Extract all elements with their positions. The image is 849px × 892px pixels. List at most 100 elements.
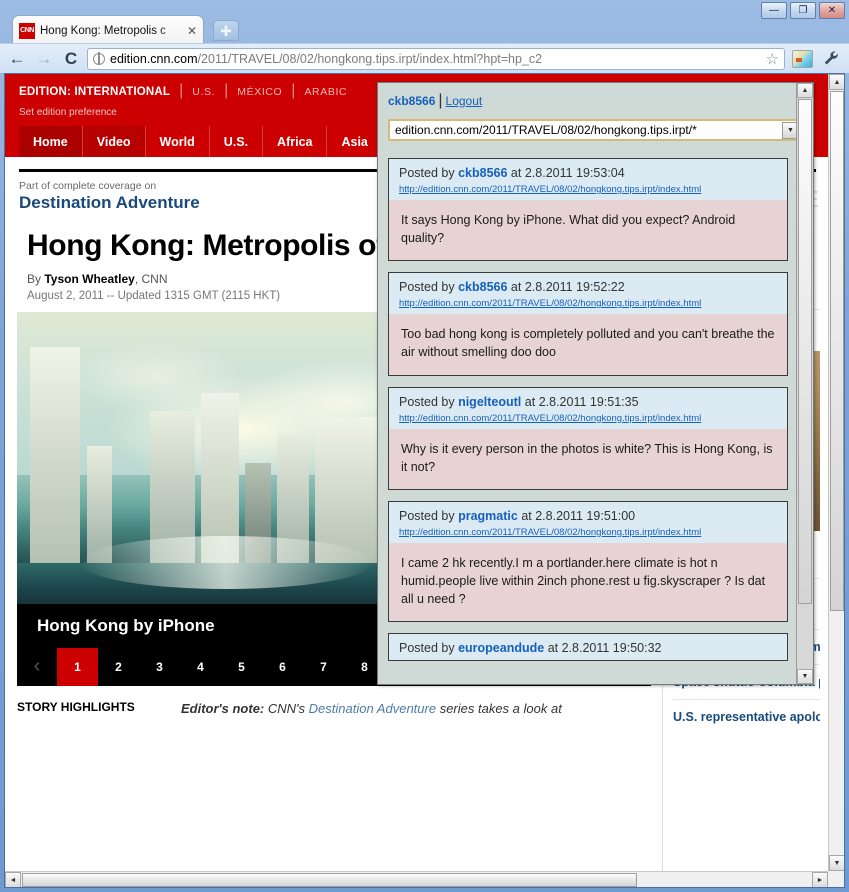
pager-prev-icon[interactable]: ‹ xyxy=(17,648,57,686)
nav-item-world[interactable]: World xyxy=(146,126,210,157)
scroll-left-button[interactable]: ◄ xyxy=(5,872,21,887)
story-highlights-title: STORY HIGHLIGHTS xyxy=(17,699,135,714)
comment-header: Posted by europeandude at 2.8.2011 19:50… xyxy=(389,634,787,661)
pager-page-1[interactable]: 1 xyxy=(57,647,98,686)
comment-author[interactable]: ckb8566 xyxy=(458,280,507,294)
pager-page-2[interactable]: 2 xyxy=(98,648,139,686)
nav-item-us[interactable]: U.S. xyxy=(210,126,264,157)
comment-item: Posted by pragmatic at 2.8.2011 19:51:00… xyxy=(388,500,788,623)
comment-list: Posted by ckb8566 at 2.8.2011 19:53:04 h… xyxy=(388,158,788,684)
scroll-right-button[interactable]: ► xyxy=(812,872,828,887)
destination-adventure-link[interactable]: Destination Adventure xyxy=(309,701,436,716)
page-horizontal-scrollbar[interactable]: ◄ ► xyxy=(5,871,828,887)
photo-wake xyxy=(80,536,373,589)
nav-item-home[interactable]: Home xyxy=(19,126,83,157)
popup-header: ckb8566 | Logout xyxy=(378,83,813,110)
comment-source-link[interactable]: http://edition.cnn.com/2011/TRAVEL/08/02… xyxy=(399,298,777,309)
editors-note-label: Editor's note: xyxy=(181,700,265,716)
at-label: at xyxy=(547,641,559,656)
globe-icon xyxy=(93,52,105,65)
comment-popup: ckb8566 | Logout edition.cnn.com/2011/TRAV… xyxy=(377,82,814,685)
popup-scrollbar[interactable]: ▲ ▼ xyxy=(796,83,813,684)
editors-note: Editor's note: CNN's Destination Adventu… xyxy=(181,700,562,718)
reload-icon[interactable]: C xyxy=(60,48,82,70)
forward-icon[interactable]: → xyxy=(33,48,55,70)
pager-page-5[interactable]: 5 xyxy=(221,648,262,686)
browser-toolbar: ← → C edition.cnn.com/2011/TRAVEL/08/02/… xyxy=(0,43,849,73)
extension-icon xyxy=(791,49,813,68)
edition-divider-2: | xyxy=(224,82,229,99)
comment-text: Why is it every person in the photos is … xyxy=(389,428,787,489)
wrench-icon xyxy=(824,51,838,65)
wrench-menu-button[interactable] xyxy=(819,47,843,70)
gallery-title: Hong Kong by iPhone xyxy=(37,615,215,635)
byline-suffix: , CNN xyxy=(134,271,168,286)
comment-author[interactable]: europeandude xyxy=(458,641,544,655)
horizontal-scroll-thumb[interactable] xyxy=(22,873,637,887)
comment-time: 2.8.2011 19:50:32 xyxy=(561,641,662,656)
posted-by-label: Posted by xyxy=(399,394,455,409)
url-host: edition.cnn.com xyxy=(110,51,198,66)
comment-header: Posted by ckb8566 at 2.8.2011 19:53:04 h… xyxy=(389,159,787,200)
comment-author[interactable]: pragmatic xyxy=(458,509,518,523)
url-filter-value: edition.cnn.com/2011/TRAVEL/08/02/hongko… xyxy=(395,123,697,137)
at-label: at xyxy=(510,280,522,295)
comment-meta: Posted by pragmatic at 2.8.2011 19:51:00 xyxy=(399,509,777,523)
comment-source-link[interactable]: http://edition.cnn.com/2011/TRAVEL/08/02… xyxy=(399,184,777,195)
posted-by-label: Posted by xyxy=(399,280,455,295)
popup-scroll-down-button[interactable]: ▼ xyxy=(797,669,813,684)
popup-pipe: | xyxy=(438,92,443,109)
url-filter-dropdown[interactable]: edition.cnn.com/2011/TRAVEL/08/02/hongko… xyxy=(388,119,803,141)
nav-item-africa[interactable]: Africa xyxy=(263,126,328,157)
browser-tab[interactable]: CNN Hong Kong: Metropolis c ✕ xyxy=(12,15,204,45)
comment-time: 2.8.2011 19:53:04 xyxy=(524,166,625,180)
edition-arabic[interactable]: ARABIC xyxy=(304,86,347,98)
comment-meta: Posted by nigelteoutl at 2.8.2011 19:51:… xyxy=(399,395,777,409)
address-bar[interactable]: edition.cnn.com/2011/TRAVEL/08/02/hongko… xyxy=(87,47,785,70)
edition-divider-1: | xyxy=(179,82,184,99)
posted-by-label: Posted by xyxy=(399,508,455,523)
page-vertical-scrollbar[interactable]: ▲ ▼ xyxy=(828,74,844,871)
url-path: /2011/TRAVEL/08/02/hongkong.tips.irpt/in… xyxy=(197,51,543,66)
editors-note-pre: CNN's xyxy=(264,700,309,716)
scroll-down-button[interactable]: ▼ xyxy=(829,855,844,871)
nav-item-video[interactable]: Video xyxy=(82,126,146,157)
editors-note-post: series takes a look at xyxy=(436,700,562,716)
nav-item-asia[interactable]: Asia xyxy=(327,126,383,157)
comment-item: Posted by europeandude at 2.8.2011 19:50… xyxy=(388,633,788,662)
logout-link[interactable]: Logout xyxy=(446,94,483,108)
popup-scroll-up-button[interactable]: ▲ xyxy=(797,83,813,98)
comment-meta: Posted by ckb8566 at 2.8.2011 19:53:04 xyxy=(399,166,777,180)
byline-author[interactable]: Tyson Wheatley xyxy=(44,272,134,286)
browser-window: — ❐ ✕ CNN Hong Kong: Metropolis c ✕ ✚ ← … xyxy=(0,0,849,892)
edition-us[interactable]: U.S. xyxy=(192,86,215,98)
scroll-up-button[interactable]: ▲ xyxy=(829,74,844,90)
scrollbar-corner xyxy=(828,871,844,887)
comment-meta: Posted by europeandude at 2.8.2011 19:50… xyxy=(399,641,777,655)
comment-author[interactable]: nigelteoutl xyxy=(458,395,521,409)
comment-header: Posted by nigelteoutl at 2.8.2011 19:51:… xyxy=(389,387,787,429)
comment-source-link[interactable]: http://edition.cnn.com/2011/TRAVEL/08/02… xyxy=(399,413,777,424)
comment-author[interactable]: ckb8566 xyxy=(458,166,507,180)
popup-scroll-thumb[interactable] xyxy=(798,99,812,604)
pager-page-4[interactable]: 4 xyxy=(180,648,221,686)
comment-source-link[interactable]: http://edition.cnn.com/2011/TRAVEL/08/02… xyxy=(399,527,777,538)
most-popular-item-4[interactable]: U.S. representative apolog xyxy=(673,699,820,734)
extension-button[interactable] xyxy=(790,47,814,70)
comment-time: 2.8.2011 19:52:22 xyxy=(524,280,625,295)
bookmark-star-icon[interactable]: ☆ xyxy=(760,50,779,68)
vertical-scroll-thumb[interactable] xyxy=(830,91,844,611)
close-tab-icon[interactable]: ✕ xyxy=(187,24,197,38)
comment-header: Posted by ckb8566 at 2.8.2011 19:52:22 h… xyxy=(389,273,787,315)
edition-mexico[interactable]: MÉXICO xyxy=(237,86,282,98)
new-tab-button[interactable]: ✚ xyxy=(213,20,239,41)
comment-item: Posted by ckb8566 at 2.8.2011 19:53:04 h… xyxy=(388,158,788,262)
back-icon[interactable]: ← xyxy=(6,48,28,70)
at-label: at xyxy=(524,394,536,409)
pager-page-3[interactable]: 3 xyxy=(139,648,180,686)
pager-page-7[interactable]: 7 xyxy=(303,648,344,686)
pager-page-6[interactable]: 6 xyxy=(262,648,303,686)
edition-label: EDITION: INTERNATIONAL xyxy=(19,86,171,98)
tab-title: Hong Kong: Metropolis c xyxy=(40,24,166,37)
popup-username: ckb8566 xyxy=(388,94,436,108)
